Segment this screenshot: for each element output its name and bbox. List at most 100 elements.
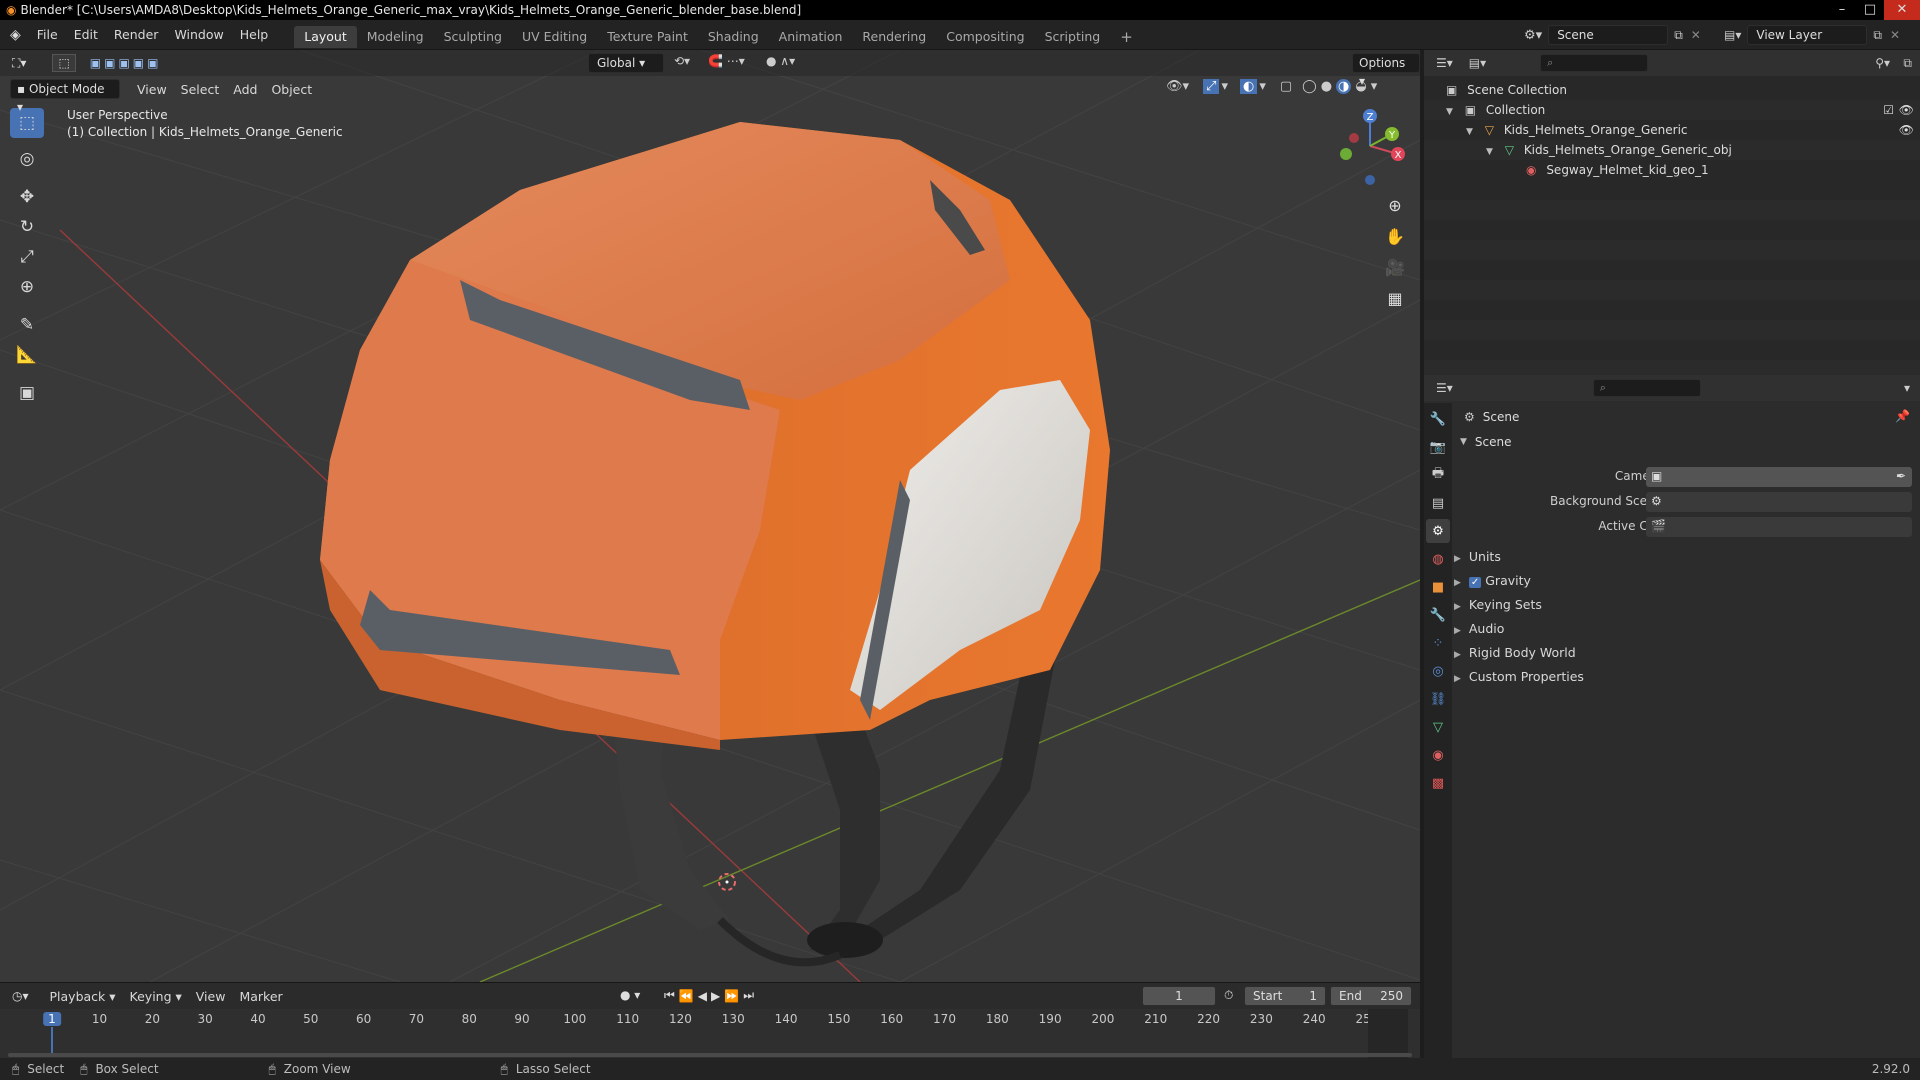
tab-sculpting[interactable]: Sculpting <box>434 26 512 48</box>
camera-field[interactable]: ▣ ✒ <box>1646 467 1912 487</box>
expand-arrow-icon[interactable]: ▼ <box>1486 147 1493 157</box>
pan-hand-icon[interactable]: ✋ <box>1380 221 1410 252</box>
outliner-row-mesh[interactable]: ▼ ▽ Kids_Helmets_Orange_Generic_obj <box>1424 140 1920 160</box>
select-box-tool-icon[interactable]: ⬚ <box>10 108 44 138</box>
record-icon[interactable]: ● ▾ <box>620 988 640 1002</box>
timeline-scrollbar[interactable] <box>8 1053 1412 1057</box>
outliner-search-input[interactable]: ⌕ <box>1540 54 1649 72</box>
tab-shading[interactable]: Shading <box>698 26 769 48</box>
jump-end-icon[interactable]: ⏭ <box>743 988 758 1003</box>
menu-render[interactable]: Render <box>106 20 167 50</box>
viewport-scene[interactable] <box>0 50 1420 982</box>
delete-scene-icon[interactable]: ✕ <box>1691 28 1701 42</box>
playhead-line[interactable] <box>51 1027 53 1055</box>
scene-section-header[interactable]: ▼ Scene <box>1460 432 1512 452</box>
background-scene-field[interactable]: ⚙ <box>1646 492 1912 512</box>
gizmo-toggle-icon[interactable]: ⤢ <box>1203 79 1220 94</box>
proportional-edit-icon[interactable]: ● ∧▾ <box>766 54 795 68</box>
menu-file[interactable]: File <box>29 20 66 50</box>
viewport-menu-select[interactable]: Select <box>174 82 227 97</box>
gravity-panel[interactable]: ▶ ✓ Gravity <box>1454 571 1531 591</box>
scene-field[interactable]: Scene <box>1548 25 1669 45</box>
tool-tab-icon[interactable]: 🔧 <box>1426 407 1450 431</box>
outliner-row-object[interactable]: ▼ ▽ Kids_Helmets_Orange_Generic 👁 <box>1424 120 1920 140</box>
scale-tool-icon[interactable]: ⤢ <box>10 242 44 272</box>
end-frame-field[interactable]: End 250 <box>1330 986 1412 1006</box>
cursor-tool-icon[interactable]: ◎ <box>10 144 44 174</box>
menu-edit[interactable]: Edit <box>66 20 106 50</box>
tab-modeling[interactable]: Modeling <box>357 26 434 48</box>
navigation-gizmo[interactable]: Z X Y <box>1330 106 1410 186</box>
gravity-checkbox-icon[interactable]: ✓ <box>1468 577 1482 588</box>
modifier-tab-icon[interactable]: 🔧 <box>1426 603 1450 627</box>
viewport-menu-view[interactable]: View <box>130 82 174 97</box>
snap-icon[interactable]: 🧲 ⋯▾ <box>708 54 745 68</box>
overlay-toggle-icon[interactable]: ◐ <box>1239 79 1258 94</box>
options-dropdown[interactable]: Options ▾ <box>1352 53 1420 88</box>
current-frame-field[interactable]: 1 <box>1142 986 1216 1006</box>
add-workspace-button[interactable]: + <box>1110 26 1143 48</box>
tab-scripting[interactable]: Scripting <box>1035 26 1111 48</box>
visibility-icon[interactable]: 👁▾ <box>1166 79 1189 94</box>
measure-tool-icon[interactable]: 📐 <box>10 340 44 370</box>
play-reverse-icon[interactable]: ◀ <box>698 989 711 1003</box>
texture-tab-icon[interactable]: ▩ <box>1426 771 1450 795</box>
expand-arrow-icon[interactable]: ▼ <box>1446 107 1453 117</box>
display-mode-icon[interactable]: ▤▾ <box>1469 56 1486 70</box>
data-tab-icon[interactable]: ▽ <box>1426 715 1450 739</box>
properties-search-input[interactable]: ⌕ <box>1592 379 1701 397</box>
timeline-ruler[interactable]: 1 10 20 30 40 50 60 70 80 90 100 110 120 130 140 150 160… <box>0 1009 1420 1059</box>
collection-checkbox-icon[interactable]: ☑ <box>1883 100 1894 120</box>
new-collection-icon[interactable]: ⧉ <box>1903 56 1912 71</box>
add-cube-tool-icon[interactable]: ▣ <box>10 378 44 408</box>
marker-menu[interactable]: Marker <box>232 989 289 1004</box>
constraints-tab-icon[interactable]: ⛓ <box>1426 687 1450 711</box>
transform-tool-icon[interactable]: ⊕ <box>10 272 44 302</box>
select-mode-icons[interactable]: ▣▣▣▣▣ <box>90 56 162 70</box>
properties-options-icon[interactable]: ▾ <box>1904 381 1910 395</box>
mode-dropdown[interactable]: ▪ Object Mode ▾ <box>10 79 120 114</box>
wireframe-shading-icon[interactable]: ◯ <box>1302 79 1317 94</box>
properties-editor-icon[interactable]: ☰▾ <box>1436 381 1453 395</box>
tab-animation[interactable]: Animation <box>769 26 853 48</box>
custom-properties-panel[interactable]: ▶ Custom Properties <box>1454 667 1584 687</box>
units-panel[interactable]: ▶ Units <box>1454 547 1501 567</box>
view-layer-icon[interactable]: ▤▾ <box>1724 28 1741 42</box>
keying-menu[interactable]: Keying ▾ <box>123 989 189 1004</box>
rotate-tool-icon[interactable]: ↻ <box>10 212 44 242</box>
start-frame-field[interactable]: Start 1 <box>1244 986 1326 1006</box>
object-visibility-icon[interactable]: 👁 <box>1899 120 1914 140</box>
pin-icon[interactable]: 📌 <box>1895 409 1910 423</box>
tool-settings-icon[interactable]: ⬚ <box>52 54 76 72</box>
rendered-shading-icon[interactable]: ◒ <box>1355 79 1366 94</box>
view-layer-field[interactable]: View Layer <box>1747 25 1868 45</box>
close-window-button[interactable]: ✕ <box>1884 0 1920 20</box>
move-tool-icon[interactable]: ✥ <box>10 182 44 212</box>
shading-options-icon[interactable]: ▾ <box>1371 79 1378 94</box>
new-view-layer-icon[interactable]: ⧉ <box>1873 28 1882 43</box>
solid-shading-icon[interactable]: ● <box>1321 79 1332 94</box>
camera-view-icon[interactable]: 🎥 <box>1380 252 1410 283</box>
material-shading-icon[interactable]: ◑ <box>1336 79 1352 94</box>
tab-rendering[interactable]: Rendering <box>852 26 936 48</box>
expand-arrow-icon[interactable]: ▼ <box>1466 127 1473 137</box>
jump-start-icon[interactable]: ⏮ <box>664 988 679 1003</box>
tab-texture-paint[interactable]: Texture Paint <box>597 26 698 48</box>
timeline-view-menu[interactable]: View <box>189 989 233 1004</box>
timeline-editor-icon[interactable]: ◷▾ <box>0 989 35 1003</box>
tab-compositing[interactable]: Compositing <box>936 26 1034 48</box>
annotate-tool-icon[interactable]: ✎ <box>10 310 44 340</box>
new-scene-icon[interactable]: ⧉ <box>1674 28 1683 43</box>
collection-visibility-icon[interactable]: 👁 <box>1899 100 1914 120</box>
viewport-menu-object[interactable]: Object <box>264 82 319 97</box>
material-tab-icon[interactable]: ◉ <box>1426 743 1450 767</box>
particles-tab-icon[interactable]: ⁘ <box>1426 631 1450 655</box>
menu-window[interactable]: Window <box>166 20 231 50</box>
transform-orientation-dropdown[interactable]: Global ▾ <box>588 53 664 73</box>
render-tab-icon[interactable]: 📷 <box>1426 435 1450 459</box>
world-tab-icon[interactable]: ◍ <box>1426 547 1450 571</box>
xray-toggle-icon[interactable]: ▢ <box>1280 79 1292 94</box>
eyedropper-icon[interactable]: ✒ <box>1896 469 1906 483</box>
next-keyframe-icon[interactable]: ⏩ <box>724 989 743 1003</box>
delete-view-layer-icon[interactable]: ✕ <box>1890 28 1900 42</box>
